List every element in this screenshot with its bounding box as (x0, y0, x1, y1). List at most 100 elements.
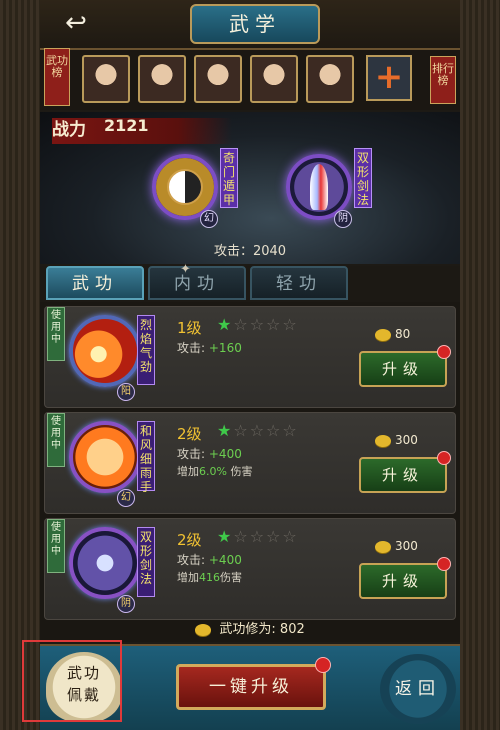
roster: 武功榜 + 排行榜 (40, 48, 460, 110)
power-value: 2121 (104, 116, 149, 135)
attack-value: +400 (208, 553, 242, 567)
coin-icon (375, 328, 391, 341)
attack-total: 攻击：2040 (213, 244, 287, 259)
slot1-badge: 幻 (200, 210, 218, 228)
skill-attack: 攻击: +400 (177, 551, 242, 568)
upgrade-label: 升级 (381, 572, 424, 590)
skill-name: 和风细雨手 (137, 421, 155, 494)
skill-bonus: 增加416伤害 (177, 569, 242, 585)
star-rating: ★☆☆☆☆ (217, 421, 299, 440)
tab-bar: 武功 内功 轻功 ✦ (40, 262, 460, 302)
highlight-box (22, 640, 122, 722)
star-empty-icon: ☆☆☆☆ (233, 527, 299, 546)
notification-dot (315, 657, 331, 673)
notification-dot (437, 451, 451, 465)
bonus-value: 416 (199, 571, 220, 584)
return-button[interactable]: 返回 (380, 654, 456, 724)
skill-list: 使用中 烈焰气劲 阳 1级 ★☆☆☆☆ 攻击: +160 80 升级 使用中 和… (40, 302, 460, 642)
star-empty-icon: ☆☆☆☆ (233, 315, 299, 334)
skill-bonus: 增加6.0% 伤害 (177, 463, 252, 479)
attack-value: +400 (208, 447, 242, 461)
attack-label: 攻击: (177, 553, 206, 567)
bonus-prefix: 增加 (177, 465, 199, 478)
coin-icon (195, 623, 212, 636)
in-use-tag: 使用中 (47, 413, 65, 467)
upgrade-label: 升级 (381, 360, 424, 378)
star-filled-icon: ★ (217, 315, 234, 334)
in-use-tag: 使用中 (47, 307, 65, 361)
skill-row: 使用中 双形剑法 阴 2级 ★☆☆☆☆ 攻击: +400 增加416伤害 300… (44, 518, 456, 620)
add-button[interactable]: + (366, 55, 412, 101)
sword-icon (310, 164, 328, 210)
page-title: 武学 (190, 4, 320, 44)
skill-badge: 阴 (117, 595, 135, 613)
leaderboard-tag[interactable]: 排行榜 (430, 56, 456, 104)
tab-lightness[interactable]: 轻功 (250, 266, 348, 300)
bonus-prefix: 增加 (177, 571, 199, 584)
tab-martial[interactable]: 武功 (46, 266, 144, 300)
attack-label: 攻击: (177, 447, 206, 461)
star-rating: ★☆☆☆☆ (217, 315, 299, 334)
power-label: 战力 (52, 120, 86, 140)
cost-value: 300 (395, 433, 418, 447)
attack-value: +160 (208, 341, 242, 355)
cultivation-text: 武功修为: 802 (219, 622, 305, 637)
attack-label: 攻击: (177, 341, 206, 355)
star-rating: ★☆☆☆☆ (217, 527, 299, 546)
upgrade-button[interactable]: 升级 (359, 451, 451, 493)
deer-icon: ✦ (180, 262, 191, 277)
notification-dot (437, 345, 451, 359)
coin-icon (375, 540, 391, 553)
fire-skill-icon[interactable] (69, 315, 141, 387)
skill-level: 1级 (177, 319, 202, 337)
onekey-label: 一键升级 (209, 677, 293, 697)
skill-name: 双形剑法 (137, 527, 155, 597)
skill-row: 使用中 和风细雨手 幻 2级 ★☆☆☆☆ 攻击: +400 增加6.0% 伤害 … (44, 412, 456, 514)
skill-badge: 阳 (117, 383, 135, 401)
upgrade-cost: 300 (375, 433, 418, 447)
portrait-4[interactable] (250, 55, 298, 103)
slot2-name: 双形剑法 (354, 148, 372, 208)
portrait-1[interactable] (82, 55, 130, 103)
one-key-upgrade-button[interactable]: 一键升级 (176, 657, 331, 710)
portrait-2[interactable] (138, 55, 186, 103)
upgrade-button[interactable]: 升级 (359, 345, 451, 387)
skill-row: 使用中 烈焰气劲 阳 1级 ★☆☆☆☆ 攻击: +160 80 升级 (44, 306, 456, 408)
back-arrow-icon[interactable]: ↩ (60, 8, 92, 38)
cost-value: 80 (395, 327, 411, 341)
upgrade-cost: 300 (375, 539, 418, 553)
upgrade-label: 升级 (381, 466, 424, 484)
coin-icon (375, 434, 391, 447)
bonus-suffix: 伤害 (220, 571, 242, 584)
skill-level: 2级 (177, 425, 202, 443)
notification-dot (437, 557, 451, 571)
skill-badge: 幻 (117, 489, 135, 507)
star-empty-icon: ☆☆☆☆ (233, 421, 299, 440)
star-filled-icon: ★ (217, 421, 234, 440)
bonus-suffix: 伤害 (230, 465, 253, 478)
left-border (0, 0, 40, 730)
bonus-value: 6.0% (199, 465, 227, 478)
cultivation-total: 武功修为: 802 (40, 618, 460, 642)
skill-attack: 攻击: +400 (177, 445, 242, 462)
skill-level: 2级 (177, 531, 202, 549)
header: ↩ 武学 (40, 0, 460, 50)
right-border (460, 0, 500, 730)
slot1-name: 奇门遁甲 (220, 148, 238, 208)
star-filled-icon: ★ (217, 527, 234, 546)
cost-value: 300 (395, 539, 418, 553)
upgrade-button[interactable]: 升级 (359, 557, 451, 599)
slot2-badge: 阴 (334, 210, 352, 228)
yinyang-icon (167, 169, 203, 205)
portrait-5[interactable] (306, 55, 354, 103)
hero-stage: 战力 2121 奇门遁甲 幻 双形剑法 阴 攻击：2040 (40, 112, 460, 264)
in-use-tag: 使用中 (47, 519, 65, 573)
martial-ranking-tag[interactable]: 武功榜 (44, 48, 70, 106)
skill-name: 烈焰气劲 (137, 315, 155, 385)
sword-skill-icon[interactable] (69, 527, 141, 599)
skill-attack: 攻击: +160 (177, 339, 242, 356)
upgrade-cost: 80 (375, 327, 410, 341)
portrait-3[interactable] (194, 55, 242, 103)
portrait-list (82, 55, 354, 103)
palm-skill-icon[interactable] (69, 421, 141, 493)
